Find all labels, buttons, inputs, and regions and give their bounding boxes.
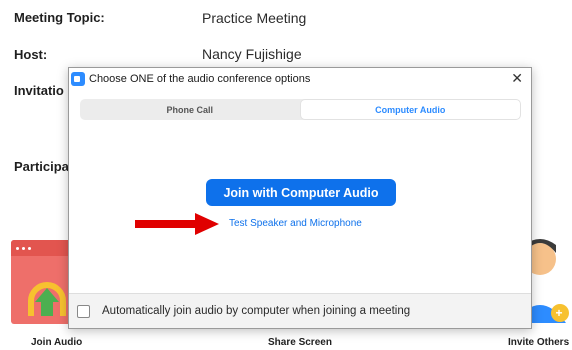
host-value: Nancy Fujishige [202, 46, 302, 62]
join-audio-label[interactable]: Join Audio [31, 337, 82, 348]
tab-computer-audio[interactable]: Computer Audio [299, 99, 521, 120]
headphone-icon [28, 282, 66, 316]
tab-phone-call[interactable]: Phone Call [80, 99, 300, 120]
share-screen-label[interactable]: Share Screen [268, 337, 332, 348]
join-computer-audio-button[interactable]: Join with Computer Audio [206, 179, 396, 206]
audio-dialog: Choose ONE of the audio conference optio… [68, 67, 532, 329]
auto-join-checkbox[interactable] [77, 304, 90, 318]
dialog-titlebar: Choose ONE of the audio conference optio… [69, 68, 531, 89]
tile-header [11, 240, 75, 256]
participants-label: Participa [14, 159, 69, 174]
zoom-icon [71, 71, 85, 86]
dialog-footer: Automatically join audio by computer whe… [69, 293, 531, 328]
invite-others-label[interactable]: Invite Others [508, 337, 569, 348]
close-icon[interactable]: ✕ [511, 70, 523, 87]
test-speaker-link[interactable]: Test Speaker and Microphone [229, 218, 362, 229]
red-arrow-icon [135, 213, 219, 235]
arrow-up-icon [41, 300, 53, 316]
join-audio-tile[interactable] [11, 240, 75, 324]
invitation-label: Invitatio [14, 83, 64, 98]
svg-text:+: + [556, 306, 563, 320]
host-label: Host: [14, 47, 48, 62]
dialog-title: Choose ONE of the audio conference optio… [89, 72, 311, 85]
meeting-topic-value: Practice Meeting [202, 10, 307, 26]
audio-tabs: Phone Call Computer Audio [80, 99, 521, 120]
meeting-topic-label: Meeting Topic: [14, 10, 105, 25]
auto-join-label: Automatically join audio by computer whe… [102, 305, 411, 317]
